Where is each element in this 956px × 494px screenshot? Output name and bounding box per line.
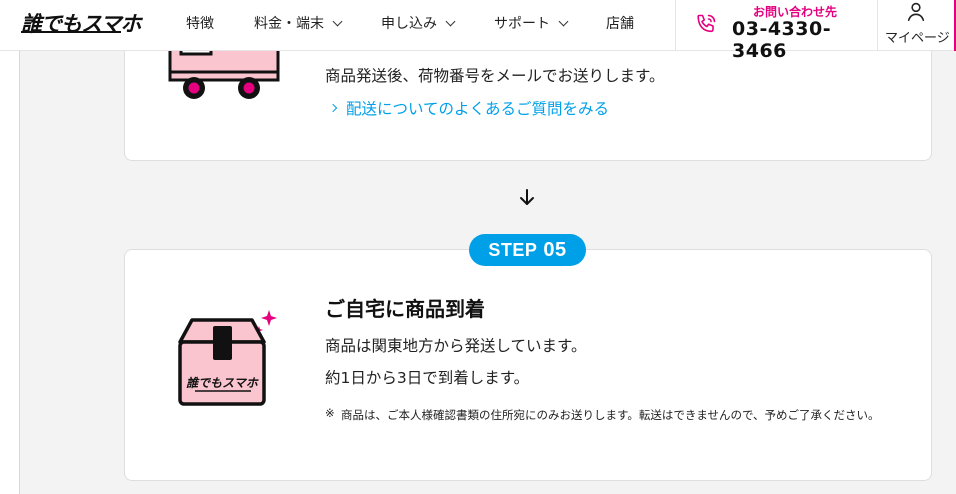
arrow-down-icon [520, 189, 534, 205]
mypage-label: マイページ [885, 31, 950, 46]
nav-item-pricing[interactable]: 料金・端末 [254, 13, 381, 33]
nav-item-support[interactable]: サポート [494, 13, 606, 33]
site-header: 誰でもスマホ 特徴 料金・端末 申し込み サポート 店舗 お問い合わせ先 03-… [0, 0, 956, 62]
shipping-faq-link[interactable]: 配送についてのよくあるご質問をみる [328, 97, 610, 119]
site-logo[interactable]: 誰でもスマホ [21, 8, 141, 38]
note-mark: ※ [325, 406, 335, 420]
mypage-button[interactable]: マイページ [879, 0, 956, 51]
nav-label: サポート [494, 16, 550, 32]
chevron-down-icon [558, 16, 569, 26]
step-05-note: 商品は、ご本人様確認書類の住所宛にのみお送りします。転送はできませんので、予めご… [341, 408, 880, 422]
nav-label: 料金・端末 [254, 16, 324, 32]
steps-section: 商品発送後、荷物番号をメールでお送りします。 配送についてのよくあるご質問をみる… [19, 41, 956, 494]
step-04-description: 商品発送後、荷物番号をメールでお送りします。 [325, 67, 665, 85]
logo-underline [21, 31, 121, 33]
contact-button[interactable]: お問い合わせ先 03-4330-3466 [675, 0, 878, 62]
step-05-line-2: 約1日から3日で到着します。 [325, 369, 530, 387]
chevron-down-icon [445, 16, 456, 26]
truck-icon [168, 42, 280, 99]
step-05-card: 誰でもスマホ ご自宅に商品到着 商品は関東地方から発送しています。 約1日から3… [124, 249, 932, 481]
nav-item-features[interactable]: 特徴 [186, 13, 254, 33]
box-logo: 誰でもスマホ [186, 376, 259, 390]
phone-icon [697, 14, 716, 33]
person-icon [907, 2, 925, 22]
nav-item-stores[interactable]: 店舗 [606, 13, 634, 33]
main-nav: 特徴 料金・端末 申し込み サポート 店舗 [186, 13, 634, 33]
chevron-down-icon [332, 16, 343, 26]
step-badge-word: STEP [488, 239, 538, 260]
nav-item-apply[interactable]: 申し込み [381, 13, 494, 33]
chevron-right-icon [328, 103, 338, 113]
nav-label: 特徴 [186, 16, 214, 32]
step-badge-number: 05 [543, 238, 567, 261]
nav-label: 店舗 [606, 16, 634, 32]
step-badge: STEP 05 [469, 234, 586, 266]
shipping-faq-link-label: 配送についてのよくあるご質問をみる [346, 100, 610, 118]
step-05-line-1: 商品は関東地方から発送しています。 [325, 337, 587, 355]
nav-label: 申し込み [381, 16, 437, 32]
package-icon: 誰でもスマホ [178, 310, 277, 406]
contact-phone-number: 03-4330-3466 [732, 18, 832, 62]
step-05-title: ご自宅に商品到着 [325, 297, 485, 321]
